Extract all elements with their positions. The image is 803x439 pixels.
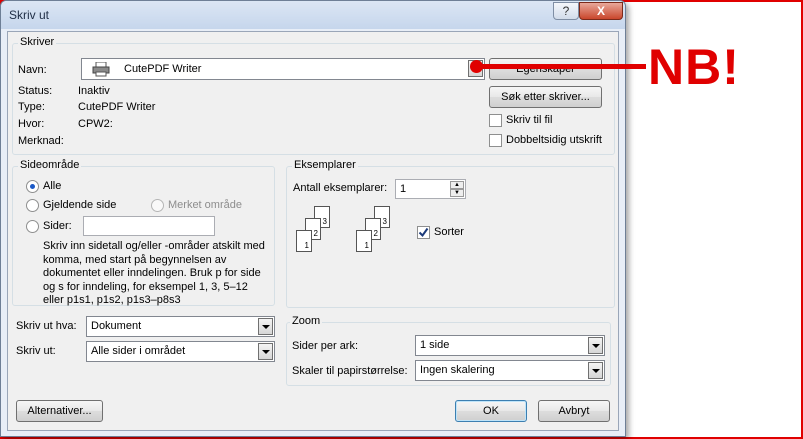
comment-label: Merknad: [18, 135, 64, 147]
close-button[interactable]: X [579, 2, 623, 20]
pages-radio[interactable] [26, 220, 39, 233]
page-range-group-title: Sideområde [18, 159, 82, 171]
print-select[interactable]: Alle sider i området [86, 341, 275, 362]
copies-group-title: Eksemplarer [292, 159, 358, 171]
pages-per-sheet-label: Sider per ark: [292, 340, 359, 352]
chevron-down-icon[interactable] [588, 362, 603, 379]
chevron-down-icon[interactable] [588, 337, 603, 354]
zoom-group-title: Zoom [290, 315, 323, 327]
spin-up-icon[interactable]: ▲ [450, 181, 464, 189]
chevron-down-icon[interactable] [258, 318, 273, 335]
check-icon [418, 227, 429, 238]
cancel-button[interactable]: Avbryt [538, 400, 610, 422]
find-printer-button[interactable]: Søk etter skriver... [489, 86, 602, 108]
status-value: Inaktiv [78, 85, 110, 97]
where-label: Hvor: [18, 118, 45, 130]
print-what-select[interactable]: Dokument [86, 316, 275, 337]
pages-per-sheet-value: 1 side [420, 339, 450, 351]
printer-name-select[interactable]: CutePDF Writer [81, 58, 485, 80]
collate-label[interactable]: Sorter [434, 226, 464, 238]
duplex-label[interactable]: Dobbeltsidig utskrift [506, 134, 602, 146]
pages-input[interactable] [83, 216, 215, 236]
page-1-icon: 1 [296, 230, 312, 252]
properties-button[interactable]: Egenskaper [489, 58, 602, 80]
copies-count-value: 1 [400, 183, 407, 195]
printer-icon [92, 61, 110, 80]
options-button[interactable]: Alternativer... [16, 400, 103, 422]
annotation-text: NB! [648, 39, 740, 95]
spin-down-icon[interactable]: ▼ [450, 189, 464, 197]
scale-value: Ingen skalering [420, 364, 495, 376]
print-what-label: Skriv ut hva: [16, 320, 77, 332]
annotation-arrow-dot [470, 60, 483, 73]
collate-illustration-2: 3 2 1 [352, 206, 412, 262]
page-1-icon: 1 [356, 230, 372, 252]
print-what-value: Dokument [91, 320, 142, 332]
title-bar[interactable]: Skriv ut ? X [1, 1, 625, 29]
current-page-radio[interactable] [26, 199, 39, 212]
status-label: Status: [18, 85, 53, 97]
pages-label[interactable]: Sider: [43, 220, 72, 232]
ok-button[interactable]: OK [455, 400, 527, 422]
printer-name-label: Navn: [18, 64, 47, 76]
copies-count-label: Antall eksemplarer: [293, 182, 388, 194]
selection-label: Merket område [168, 199, 242, 211]
window-title: Skriv ut [9, 8, 50, 22]
selection-radio [151, 199, 164, 212]
help-button[interactable]: ? [553, 2, 579, 20]
annotation-arrow-line [478, 64, 646, 69]
chevron-down-icon[interactable] [258, 343, 273, 360]
copies-count-spinner[interactable]: 1 ▲ ▼ [395, 179, 466, 199]
collate-illustration: 3 2 1 [292, 206, 352, 262]
scale-label: Skaler til papirstørrelse: [292, 365, 408, 377]
print-to-file-label[interactable]: Skriv til fil [506, 114, 552, 126]
type-value: CutePDF Writer [78, 101, 156, 113]
collate-checkbox[interactable] [417, 226, 430, 239]
pages-per-sheet-select[interactable]: 1 side [415, 335, 605, 356]
print-to-file-checkbox[interactable] [489, 114, 502, 127]
current-page-label[interactable]: Gjeldende side [43, 199, 116, 211]
printer-group-title: Skriver [18, 36, 57, 48]
all-pages-label[interactable]: Alle [43, 180, 61, 192]
printer-name-value: CutePDF Writer [124, 63, 202, 75]
dialog-client: Skriver Navn: CutePDF Writer Egenskaper … [7, 31, 619, 431]
type-label: Type: [18, 101, 45, 113]
scale-select[interactable]: Ingen skalering [415, 360, 605, 381]
page-range-help-text: Skriv inn sidetall og/eller -områder ats… [43, 240, 265, 306]
all-pages-radio[interactable] [26, 180, 39, 193]
print-label: Skriv ut: [16, 345, 56, 357]
print-value: Alle sider i området [91, 345, 186, 357]
where-value: CPW2: [78, 118, 113, 130]
duplex-checkbox[interactable] [489, 134, 502, 147]
